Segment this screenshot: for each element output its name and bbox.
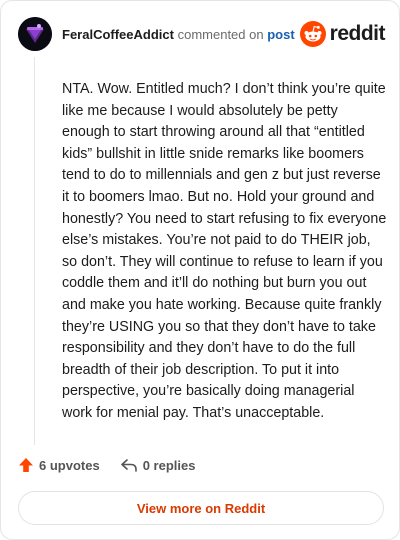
view-more-button[interactable]: View more on Reddit xyxy=(18,491,384,525)
upvote-arrow-icon xyxy=(19,458,33,472)
comment-actions: 6 upvotes 0 replies xyxy=(18,457,195,473)
post-link[interactable]: post xyxy=(267,27,294,42)
reddit-logo[interactable]: reddit xyxy=(299,21,386,47)
comment-embed-card: FeralCoffeeAddict commented on post redd… xyxy=(0,0,400,540)
upvote-button[interactable]: 6 upvotes xyxy=(18,457,100,473)
byline: FeralCoffeeAddict commented on post xyxy=(62,27,295,42)
comment-body: NTA. Wow. Entitled much? I don’t think y… xyxy=(62,81,387,421)
thread-line xyxy=(34,57,35,445)
reddit-logo-icon xyxy=(299,21,326,47)
reply-count: 0 replies xyxy=(142,457,196,473)
upvote-count: 6 upvotes xyxy=(39,457,100,473)
reply-button[interactable]: 0 replies xyxy=(120,457,196,473)
user-avatar[interactable] xyxy=(18,17,52,51)
reddit-wordmark: reddit xyxy=(329,22,386,45)
username-link[interactable]: FeralCoffeeAddict xyxy=(62,27,174,42)
comment-header: FeralCoffeeAddict commented on post redd… xyxy=(18,16,386,52)
reply-arrow-icon xyxy=(120,459,137,472)
action-text: commented on xyxy=(177,26,264,42)
avatar-image-icon xyxy=(18,17,52,51)
